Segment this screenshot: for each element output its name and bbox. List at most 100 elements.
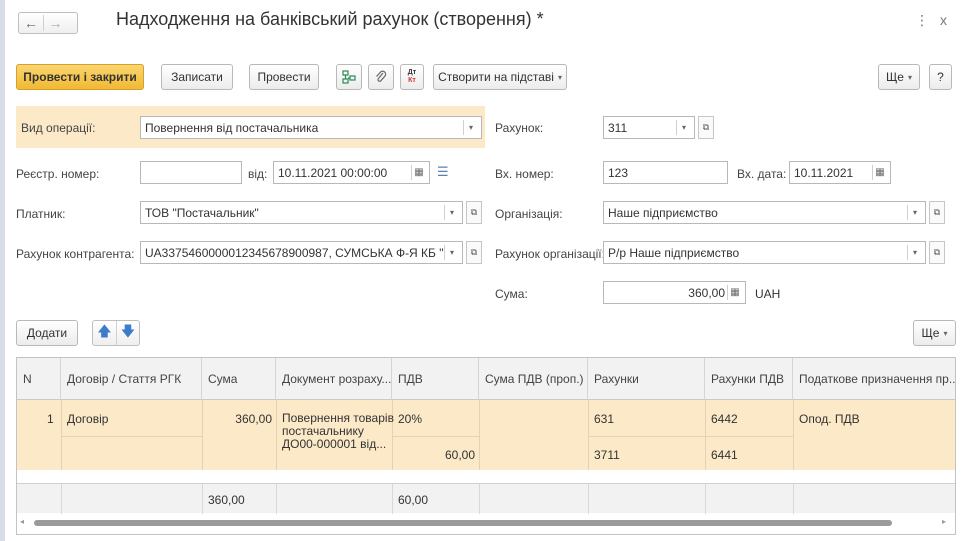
account-select[interactable]: 311 ▾ xyxy=(603,116,695,139)
column-header-sum[interactable]: Сума xyxy=(202,358,276,400)
column-header-vat[interactable]: ПДВ xyxy=(392,358,479,400)
chevron-down-icon[interactable]: ▾ xyxy=(943,329,947,338)
open-organization-button[interactable]: ⧉ xyxy=(929,201,945,224)
table-more-label: Ще xyxy=(921,326,940,340)
payer-select[interactable]: ТОВ "Постачальник" ▾ xyxy=(140,201,463,224)
operation-select[interactable]: Повернення від постачальника ▾ xyxy=(140,116,482,139)
chevron-down-icon: ▾ xyxy=(557,72,562,82)
payments-table: N Договір / Стаття РГК Сума Документ роз… xyxy=(16,357,956,535)
column-header-contract[interactable]: Договір / Стаття РГК xyxy=(61,358,202,400)
open-link-icon: ⧉ xyxy=(933,247,941,257)
payer-value: ТОВ "Постачальник" xyxy=(145,205,259,220)
column-header-tax-purpose[interactable]: Податкове призначення пр... xyxy=(793,358,955,400)
more-button[interactable]: Ще ▾ xyxy=(878,64,920,90)
payer-label: Платник: xyxy=(16,207,66,221)
open-account-button[interactable]: ⧉ xyxy=(698,116,714,139)
row-vat-rate: 20% xyxy=(398,412,423,426)
contractor-account-value: UA337546000001234567890098​7, СУМСЬКА Ф-… xyxy=(145,245,445,260)
scroll-right-icon[interactable]: ▸ xyxy=(942,517,946,526)
post-button[interactable]: Провести xyxy=(249,64,319,90)
organization-account-value: Р/р Наше підприємство xyxy=(608,245,740,260)
column-header-vat-accounts[interactable]: Рахунки ПДВ xyxy=(705,358,793,400)
column-header-accounts[interactable]: Рахунки xyxy=(588,358,705,400)
incoming-date-label: Вх. дата: xyxy=(737,167,787,181)
create-based-on-label: Створити на підставі xyxy=(438,70,554,84)
post-and-close-button[interactable]: Провести і закрити xyxy=(16,64,144,90)
forward-arrow-icon[interactable]: → xyxy=(43,15,67,31)
calendar-icon[interactable]: ▦ xyxy=(411,165,426,180)
column-header-n[interactable]: N xyxy=(17,358,61,400)
page-title: Надходження на банківський рахунок (ство… xyxy=(116,9,544,29)
column-header-document[interactable]: Документ розраху... xyxy=(276,358,392,400)
save-button[interactable]: Записати xyxy=(161,64,233,90)
structure-button[interactable] xyxy=(336,64,362,90)
organization-value: Наше підприємство xyxy=(608,205,718,220)
row-number: 1 xyxy=(47,412,54,426)
row-account-2: 3711 xyxy=(594,448,620,462)
chevron-down-icon[interactable]: ▾ xyxy=(444,245,459,260)
open-contractor-account-button[interactable]: ⧉ xyxy=(466,241,482,264)
from-date-label: від: xyxy=(248,167,268,181)
row-vat-sum: 60,00 xyxy=(444,448,475,462)
add-row-button[interactable]: Додати xyxy=(16,320,78,346)
scrollbar-thumb[interactable] xyxy=(34,520,892,526)
scroll-left-icon[interactable]: ◂ xyxy=(20,517,24,526)
list-icon[interactable]: ☰ xyxy=(437,164,449,180)
history-navigation: ← → xyxy=(18,12,78,34)
open-link-icon: ⧉ xyxy=(470,247,478,257)
organization-label: Організація: xyxy=(495,207,563,221)
operation-value: Повернення від постачальника xyxy=(145,120,319,135)
open-link-icon: ⧉ xyxy=(702,122,710,132)
dt-label: Дт xyxy=(407,69,417,76)
from-date-input[interactable]: 10.11.2021 00:00:00 ▦ xyxy=(273,161,430,184)
kt-label: Кт xyxy=(408,77,416,84)
calendar-icon[interactable]: ▦ xyxy=(872,165,887,180)
organization-account-label: Рахунок організації: xyxy=(495,247,605,261)
create-based-on-button[interactable]: Створити на підставі ▾ xyxy=(433,64,567,90)
more-label: Ще xyxy=(886,70,904,84)
row-document-line: ДО00-000001 від... xyxy=(282,437,387,451)
row-account-1: 631 xyxy=(594,412,615,426)
incoming-date-input[interactable]: 10.11.2021 ▦ xyxy=(789,161,891,184)
open-link-icon: ⧉ xyxy=(933,207,941,217)
dt-kt-button[interactable]: Дт Кт xyxy=(400,64,424,90)
sum-input[interactable]: 360,00 ▦ xyxy=(603,281,746,304)
move-up-icon[interactable]: 🡅 xyxy=(93,321,116,345)
move-row-buttons: 🡅 🡇 xyxy=(92,320,140,346)
organization-select[interactable]: Наше підприємство ▾ xyxy=(603,201,926,224)
paperclip-icon xyxy=(376,70,387,82)
reg-number-input[interactable] xyxy=(140,161,242,184)
organization-account-select[interactable]: Р/р Наше підприємство ▾ xyxy=(603,241,926,264)
chevron-down-icon[interactable]: ▾ xyxy=(463,120,478,135)
sum-label: Сума: xyxy=(495,287,528,301)
table-row[interactable]: 1 Договір 360,00 Повернення товарів пост… xyxy=(17,400,955,470)
chevron-down-icon[interactable]: ▾ xyxy=(676,120,691,135)
contractor-account-select[interactable]: UA337546000001234567890098​7, СУМСЬКА Ф-… xyxy=(140,241,463,264)
open-payer-button[interactable]: ⧉ xyxy=(466,201,482,224)
row-contract: Договір xyxy=(67,412,109,426)
chevron-down-icon[interactable]: ▾ xyxy=(907,245,922,260)
back-arrow-icon[interactable]: ← xyxy=(19,15,43,31)
open-organization-account-button[interactable]: ⧉ xyxy=(929,241,945,264)
reg-number-label: Реєстр. номер: xyxy=(16,167,100,181)
horizontal-scrollbar[interactable]: ◂ ▸ xyxy=(20,517,950,529)
column-header-vat-sum[interactable]: Сума ПДВ (проп.) xyxy=(479,358,588,400)
calculator-icon[interactable]: ▦ xyxy=(727,285,742,300)
incoming-date-value: 10.11.2021 xyxy=(794,165,854,180)
close-icon[interactable]: x xyxy=(940,12,947,28)
document-window: ← → Надходження на банківський рахунок (… xyxy=(0,0,961,541)
open-link-icon: ⧉ xyxy=(470,207,478,217)
chevron-down-icon: ▾ xyxy=(907,72,912,82)
table-more-button[interactable]: Ще ▾ xyxy=(913,320,956,346)
incoming-number-input[interactable]: 123 xyxy=(603,161,728,184)
move-down-icon[interactable]: 🡇 xyxy=(115,321,139,345)
footer-vat: 60,00 xyxy=(398,493,429,507)
attachments-button[interactable] xyxy=(368,64,394,90)
chevron-down-icon[interactable]: ▾ xyxy=(907,205,922,220)
help-button[interactable]: ? xyxy=(929,64,952,90)
more-menu-icon[interactable]: ⋮ xyxy=(915,12,929,29)
row-document: Повернення товарів постачальнику ДО00-00… xyxy=(282,412,394,451)
chevron-down-icon[interactable]: ▾ xyxy=(444,205,459,220)
row-sum: 360,00 xyxy=(235,412,272,426)
structure-icon xyxy=(342,70,356,84)
